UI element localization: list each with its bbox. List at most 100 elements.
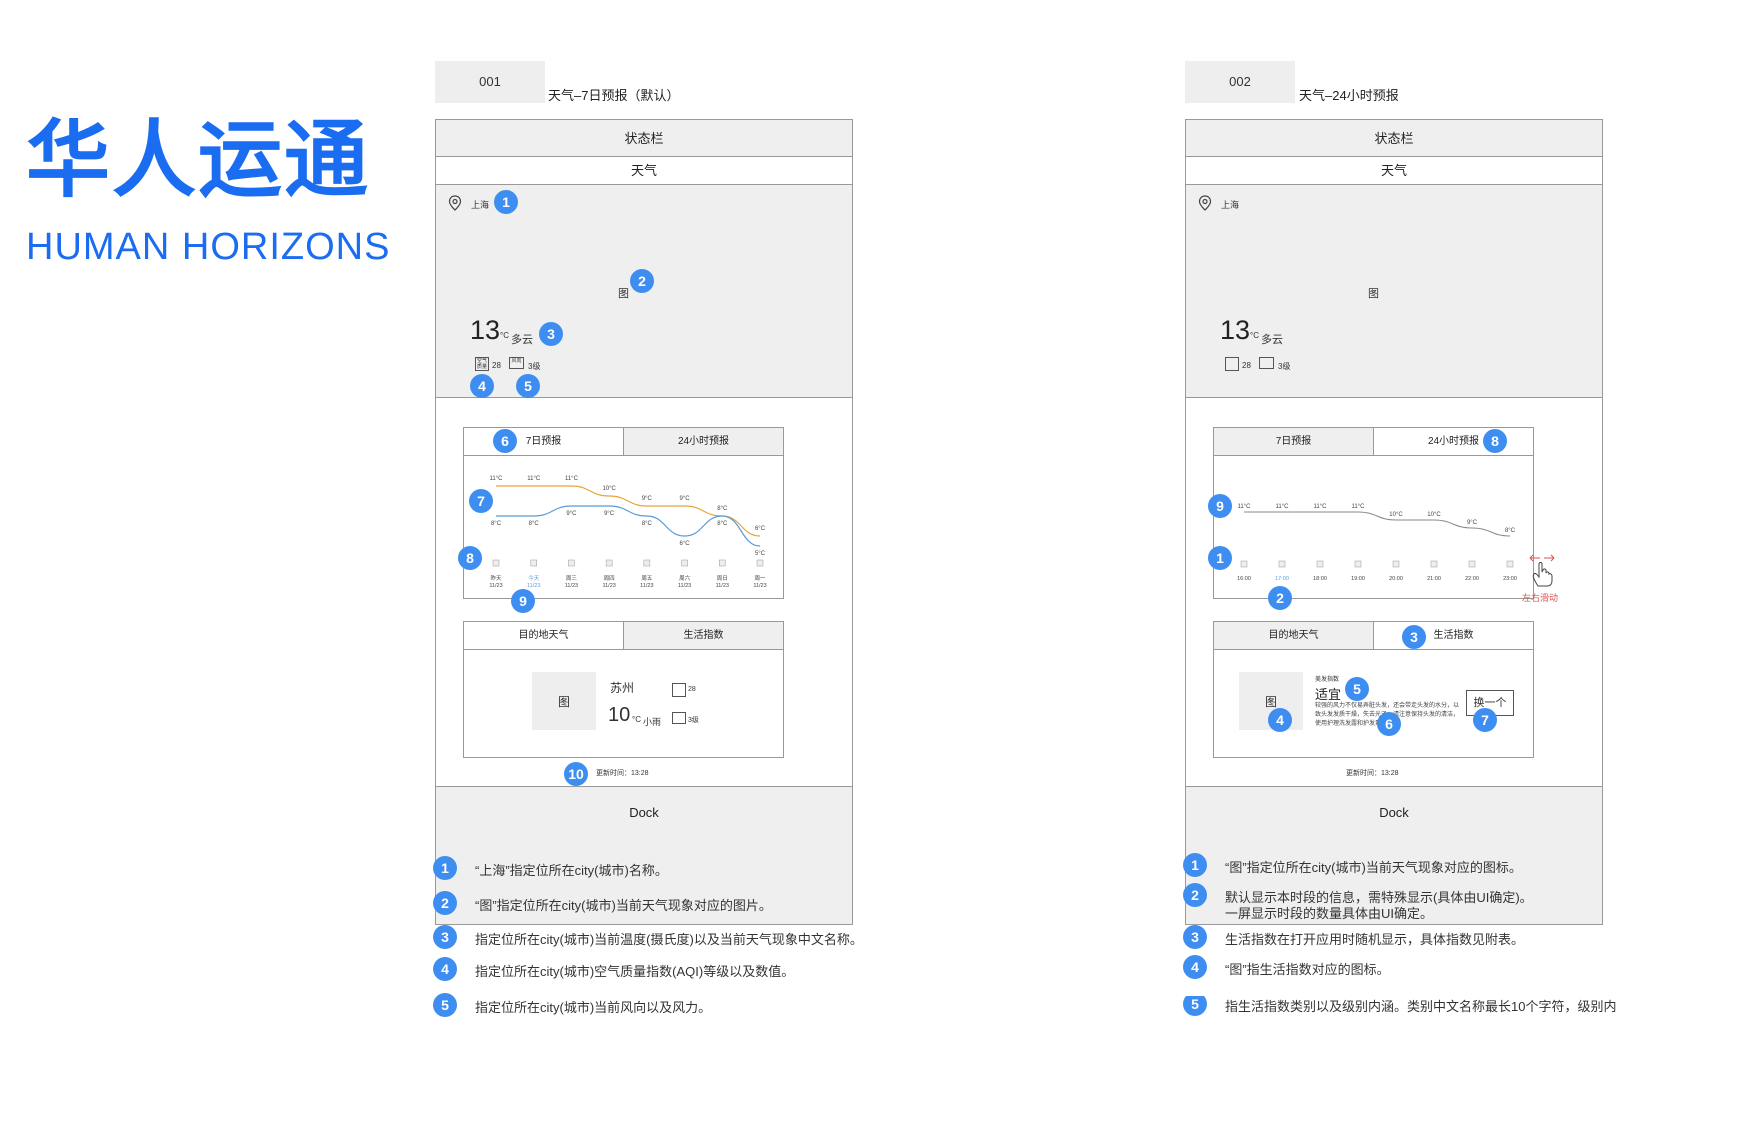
current-condition: 多云 <box>1261 334 1283 346</box>
annotation-badge-3: 3 <box>1402 625 1426 649</box>
wind-value: 3级 <box>528 362 541 371</box>
nav-title: 天气 <box>1186 157 1602 185</box>
note-4: 4 指定位所在city(城市)空气质量指数(AQI)等级以及数值。 <box>433 957 833 981</box>
wind-value: 3级 <box>1278 362 1291 371</box>
note-3: 3 生活指数在打开应用时随机显示，具体指数见附表。 <box>1183 925 1743 949</box>
date-label: 11/23 <box>640 583 653 589</box>
note-1: 1 “图”指定位所在city(城市)当前天气现象对应的图标。 <box>1183 853 1743 877</box>
annotation-badge-3: 3 <box>539 322 563 346</box>
hour-label: 17:00 <box>1275 576 1289 582</box>
life-index-level: 适宜 <box>1315 687 1342 702</box>
weather-icon <box>605 559 613 567</box>
annotation-badge-9: 9 <box>511 589 535 613</box>
weather-icon <box>643 559 651 567</box>
tab-7day[interactable]: 7日预报 <box>1214 428 1374 456</box>
temp-label: 9°C <box>680 496 691 502</box>
forecast-chart-24hour[interactable]: 11°C 11°C 11°C 11°C 10°C 10°C 9°C 8°C 16:00 17:00… <box>1214 456 1533 598</box>
hour-label: 22:00 <box>1465 576 1479 582</box>
weather-icon <box>1278 560 1286 568</box>
temp-label: 11°C <box>565 476 579 482</box>
temp-label: 9°C <box>604 511 615 517</box>
annotation-badge-4: 4 <box>1268 708 1292 732</box>
aqi-icon: 空气质量 <box>475 357 489 371</box>
hour-label: 19:00 <box>1351 576 1365 582</box>
weather-icon <box>719 559 726 567</box>
date-label: 11/23 <box>489 583 502 589</box>
location-pin-icon <box>448 195 462 211</box>
tab-destination-weather[interactable]: 目的地天气 <box>1214 622 1374 650</box>
note-5: 5 指定位所在city(城市)当前风向以及风力。 <box>433 993 833 1017</box>
temp-label: 11°C <box>1238 504 1252 510</box>
tab-7day[interactable]: 7日预报 <box>464 428 624 456</box>
annotation-badge-5: 5 <box>1345 677 1369 701</box>
weather-icon <box>1240 560 1248 568</box>
day-label: 周三 <box>566 575 578 582</box>
tab-destination-weather[interactable]: 目的地天气 <box>464 622 624 650</box>
wind-icon: 风向 <box>509 357 524 369</box>
current-temp: 13 <box>470 315 501 345</box>
wind-icon <box>1259 357 1274 369</box>
date-label: 11/23 <box>716 583 729 589</box>
destination-wind: 3级 <box>688 717 699 724</box>
weather-icon <box>1506 560 1514 568</box>
weather-icon <box>492 559 500 567</box>
temp-label: 11°C <box>1314 504 1328 510</box>
temp-label: 6°C <box>755 526 766 532</box>
weather-icon <box>568 559 575 567</box>
note-3: 3 指定位所在city(城市)当前温度(摄氏度)以及当前天气现象中文名称。 <box>433 925 863 949</box>
temp-label: 9°C <box>642 496 653 502</box>
day-label: 今天 <box>528 574 540 582</box>
annotation-badge-6: 6 <box>1377 712 1401 736</box>
weather-icon <box>681 559 688 567</box>
phone-frame-002: 状态栏 天气 上海 图 13 °C 多云 28 3级 7日预报 24小时预报 1… <box>1185 119 1603 925</box>
city-name[interactable]: 上海 <box>1221 198 1239 211</box>
status-bar: 状态栏 <box>436 120 852 157</box>
annotation-badge-8: 8 <box>458 546 482 570</box>
tab-life-index[interactable]: 生活指数 <box>624 622 783 650</box>
date-label: 11/23 <box>678 583 691 589</box>
weather-icon <box>1354 560 1362 568</box>
temp-label: 6°C <box>680 541 691 547</box>
update-time: 更新时间：13:28 <box>596 770 649 777</box>
tab-life-index[interactable]: 生活指数 <box>1374 622 1533 650</box>
destination-weather-image: 图 <box>532 672 596 730</box>
date-label: 11/23 <box>527 583 540 589</box>
city-name[interactable]: 上海 <box>471 198 489 211</box>
temp-label: 11°C <box>1276 504 1290 510</box>
tab-24hour[interactable]: 24小时预报 <box>624 428 783 456</box>
aqi-value: 28 <box>492 361 501 370</box>
page-title-002: 天气–24小时预报 <box>1299 88 1399 103</box>
note-4: 4 “图”指生活指数对应的图标。 <box>1183 955 1743 979</box>
destination-city: 苏州 <box>610 681 635 695</box>
weather-icon <box>1430 560 1438 568</box>
hour-label: 21:00 <box>1427 576 1441 582</box>
temp-label: 10°C <box>1389 512 1403 518</box>
temp-label: 8°C <box>529 521 540 527</box>
day-label: 周五 <box>641 575 653 582</box>
hour-label: 23:00 <box>1503 576 1517 582</box>
annotation-badge-4: 4 <box>470 374 494 398</box>
destination-temp: 10 <box>608 704 631 726</box>
update-time: 更新时间：13:28 <box>1346 770 1399 777</box>
destination-temp-unit: °C <box>632 715 641 724</box>
destination-card: 目的地天气 生活指数 图 苏州 10 °C 小雨 28 3级 <box>463 621 784 758</box>
temp-unit: °C <box>500 331 509 340</box>
weather-icon <box>1468 560 1476 568</box>
annotation-badge-5: 5 <box>516 374 540 398</box>
destination-aqi: 28 <box>688 686 696 693</box>
annotation-badge-1: 1 <box>494 190 518 214</box>
weather-icon <box>756 559 764 567</box>
temp-label: 8°C <box>642 521 653 527</box>
temp-label: 9°C <box>1467 520 1478 526</box>
temp-label: 5°C <box>755 551 766 557</box>
temp-label: 8°C <box>717 506 728 512</box>
weather-image: 图 <box>1368 288 1379 300</box>
page-id-002: 002 <box>1185 61 1295 103</box>
aqi-icon <box>672 683 686 697</box>
forecast-chart-7day[interactable]: 11°C 11°C 11°C 10°C 9°C 9°C 8°C 6°C 8°C 8°C 9°C 9°C… <box>464 456 783 598</box>
day-label: 周日 <box>717 575 728 582</box>
tab-24hour[interactable]: 24小时预报 <box>1374 428 1533 456</box>
forecast-card: 7日预报 24小时预报 11°C 11°C 11°C 11°C 10°C 10°C 9°C 8… <box>1213 427 1534 599</box>
forecast-card: 7日预报 24小时预报 11°C 11°C 11°C 10°C 9°C 9°C 8°C 6°C… <box>463 427 784 599</box>
weather-icon <box>1392 560 1400 568</box>
